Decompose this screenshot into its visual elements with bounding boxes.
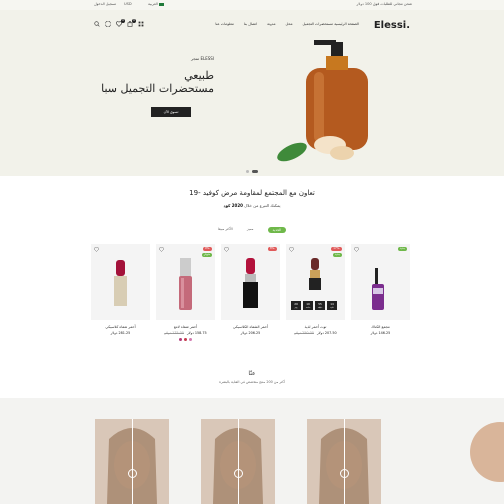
compare-icon[interactable] [105,21,111,27]
about-subtitle: أكثر من 200 منتج متخصص في العناية بالبشر… [219,380,285,384]
wishlist-icon[interactable]: 0 [116,19,125,27]
lipstick-illustration [114,260,127,306]
top-bar: شحن مجاني للطلبات فوق 100 دولار العربية … [0,0,504,10]
tab-best-sellers[interactable]: الأكثر مبيعا [218,227,233,233]
language-selector[interactable]: العربية [148,2,164,6]
hero-title-line-2: مستحضرات التجميل سبا [101,82,214,95]
comparison-divider[interactable] [344,419,345,504]
timer-minutes: 55 دقيقة [315,301,325,310]
drag-handle-icon[interactable] [339,469,349,478]
main-nav: الصفحة الرئيسية مستحضرات التجميل محل مدو… [215,22,359,26]
timer-hours: 10 ساعة [303,301,313,310]
currency-selector[interactable]: USD [124,2,132,6]
site-header: Elessi. الصفحة الرئيسية مستحضرات التجميل… [0,10,504,36]
shipping-promo-text: شحن مجاني للطلبات فوق 100 دولار [356,2,412,6]
slider-dot[interactable] [246,170,249,173]
product-card[interactable]: جديد مجمع الكناك 146.25 دولار [351,244,410,341]
product-name[interactable]: مجمع الكناك [351,325,410,329]
slider-dot-active[interactable] [252,170,258,173]
mascara-illustration [372,268,384,310]
product-image[interactable]: جديد [351,244,410,320]
swatch[interactable] [179,338,182,341]
discount-badge: -8% [267,247,277,251]
nav-item-home[interactable]: الصفحة الرئيسية مستحضرات التجميل [303,22,359,26]
timer-days: 29 يوم [291,301,301,310]
cart-count-badge: 0 [132,19,136,23]
lipstick-illustration [243,258,258,308]
nav-item-about[interactable]: معلومات عنا [215,22,234,26]
product-image[interactable]: -8% [221,244,280,320]
promo-code: 2020 كود [223,203,243,208]
wishlist-heart-icon[interactable] [224,247,229,252]
product-card[interactable]: -17% جديد 29 يوم 10 ساعة 55 دقيقة 14 ثانية ت… [286,244,345,341]
old-price: 175.00 دولار [164,331,184,335]
comparison-divider[interactable] [238,419,239,504]
slider-dots [246,170,258,173]
nav-item-shop[interactable]: محل [286,22,293,26]
covid-headline: تعاون مع المجتمع لمقاومة مرض كوفيد -19 [189,189,315,197]
about-title: عنّا [248,370,256,377]
tab-new[interactable]: الجديد [267,227,287,233]
login-link[interactable]: تسجيل الدخول [94,2,116,6]
donation-subtext: يمكنك التبرع من خلال 2020 كود [223,203,281,208]
hero-eyebrow: ELESSI متجر [191,56,214,61]
before-after-image[interactable] [307,419,381,504]
wishlist-count-badge: 0 [121,19,125,23]
site-logo[interactable]: Elessi. [374,20,410,31]
countdown-timer: 29 يوم 10 ساعة 55 دقيقة 14 ثانية [291,301,337,310]
product-card[interactable]: -8% أحمر الشفاه الكلاسيكي 206.25 دولار [221,244,280,341]
product-price: 206.25 دولار [240,331,261,335]
hero-text-block: ELESSI متجر طبيعي مستحضرات التجميل سبا [101,56,214,95]
shop-now-button[interactable]: تسوق الآن [151,107,191,117]
product-image[interactable]: -9% متوفر [156,244,215,320]
wishlist-heart-icon[interactable] [354,247,359,252]
old-price: 250.00 دولار [294,331,314,335]
before-after-section [0,398,504,504]
swatch[interactable] [189,338,192,341]
product-image[interactable]: -17% جديد 29 يوم 10 ساعة 55 دقيقة 14 ثانية [286,244,345,320]
header-icons: 0 0 [94,19,144,27]
product-price: 146.25 دولار [370,331,391,335]
before-after-image[interactable] [201,419,275,504]
discount-badge: -17% [331,247,342,251]
drag-handle-icon[interactable] [233,469,243,478]
product-name[interactable]: أحمر شفاه كلاسيكي [91,325,150,329]
cart-icon[interactable]: 0 [127,19,136,27]
product-image[interactable] [91,244,150,320]
product-name[interactable]: أحمر الشفاه الكلاسيكي [221,325,280,329]
product-card[interactable]: أحمر شفاه كلاسيكي 281.25 دولار [91,244,150,341]
new-badge: جديد [397,247,407,251]
wishlist-heart-icon[interactable] [94,247,99,252]
product-grid: جديد مجمع الكناك 146.25 دولار -17% جديد … [91,244,410,341]
product-price: 281.25 دولار [110,331,131,335]
grid-menu-icon[interactable] [138,21,144,27]
color-swatches [156,338,215,341]
timer-seconds: 14 ثانية [327,301,337,310]
stock-badge: متوفر [201,253,212,257]
swatch[interactable] [184,338,187,341]
before-after-image[interactable] [95,419,169,504]
nav-item-contact[interactable]: اتصال بنا [244,22,257,26]
hero-banner: 3 Elessi. الصفحة الرئيسية مستحضرات التجم… [0,10,504,176]
product-price: 207.50 دولار 250.00 دولار [294,331,337,335]
wishlist-heart-icon[interactable] [289,247,294,252]
product-price: 158.75 دولار 175.00 دولار [164,331,207,335]
new-badge: جديد [332,253,342,257]
product-card[interactable]: -9% متوفر أحمر شفاه لامع 158.75 دولار 17… [156,244,215,341]
discount-badge: -9% [202,247,212,251]
product-name[interactable]: توت أحمر لذيذ [286,325,345,329]
decorative-powder-image [470,422,504,482]
drag-handle-icon[interactable] [127,469,137,478]
comparison-divider[interactable] [132,419,133,504]
product-tabs: الجديد مميز الأكثر مبيعا [0,227,504,233]
wishlist-heart-icon[interactable] [159,247,164,252]
hero-title-line-1: طبيعي [184,69,214,82]
search-icon[interactable] [94,21,100,27]
nav-item-blog[interactable]: مدونة [267,22,275,26]
tab-featured[interactable]: مميز [247,227,254,233]
flag-icon [158,2,164,6]
product-name[interactable]: أحمر شفاه لامع [156,325,215,329]
